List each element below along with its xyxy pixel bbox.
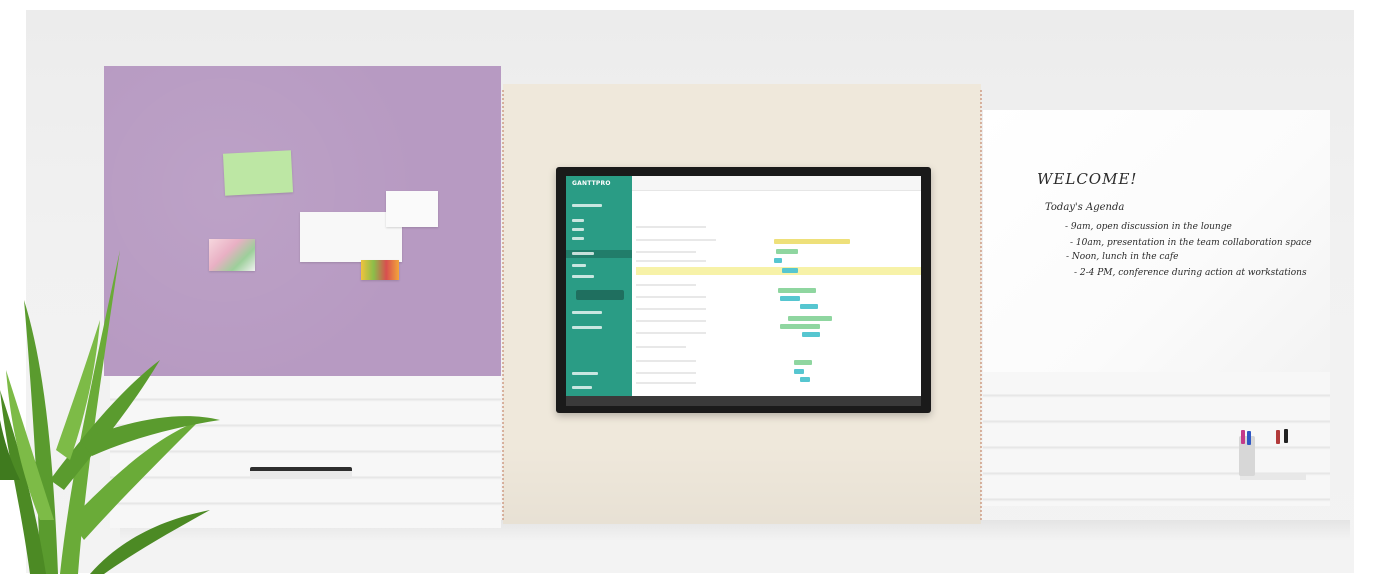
panel-seam-right — [980, 90, 982, 520]
app-topbar — [632, 176, 921, 191]
plant-icon — [0, 250, 220, 574]
gantt-bar — [780, 324, 820, 329]
whiteboard-subtitle: Today's Agenda — [1045, 202, 1125, 213]
whiteboard-line: - 10am, presentation in the team collabo… — [1070, 238, 1312, 248]
task-row — [636, 360, 696, 362]
task-row — [636, 296, 706, 298]
whiteboard-line: - Noon, lunch in the cafe — [1066, 252, 1179, 262]
gantt-bar — [774, 258, 782, 263]
paper-note-small — [386, 191, 438, 227]
sidebar-item — [572, 326, 602, 329]
task-row — [636, 260, 706, 262]
panel-seam-left — [502, 90, 504, 520]
sidebar-item — [572, 372, 598, 375]
tv-bezel-bottom — [566, 396, 921, 406]
gantt-bar — [780, 296, 800, 301]
sidebar-add-button — [576, 290, 624, 300]
whiteboard-title: WELCOME! — [1037, 170, 1138, 188]
task-row — [636, 239, 716, 241]
task-row — [636, 226, 706, 228]
gantt-bar — [794, 360, 812, 365]
sidebar-item — [572, 311, 602, 314]
sidebar-item — [572, 264, 586, 267]
whiteboard-line: - 9am, open discussion in the lounge — [1065, 222, 1232, 232]
sticky-note-green — [222, 150, 294, 196]
task-row — [636, 372, 696, 374]
gantt-bar — [800, 377, 810, 382]
sidebar-item — [572, 252, 594, 255]
task-row — [636, 320, 706, 322]
sidebar-item — [572, 219, 584, 222]
tablet-shelf — [250, 467, 352, 479]
photo-card-fruit — [361, 260, 399, 280]
sidebar-item — [572, 275, 594, 278]
marker-icon — [1247, 431, 1251, 445]
app-sidebar: GANTTPRO — [566, 176, 632, 396]
task-row — [636, 382, 696, 384]
marker-icon — [1284, 429, 1288, 443]
gantt-bar — [788, 316, 832, 321]
task-row — [636, 332, 706, 334]
sidebar-item — [572, 228, 584, 231]
gantt-bar — [774, 239, 850, 244]
sidebar-item — [572, 204, 602, 207]
marker-icon — [1241, 430, 1245, 444]
gantt-bar — [794, 369, 804, 374]
marker-icon — [1276, 430, 1280, 444]
sidebar-item — [572, 237, 584, 240]
gantt-bar — [782, 268, 798, 273]
task-row — [636, 284, 696, 286]
sidebar-item — [572, 386, 592, 389]
app-logo: GANTTPRO — [572, 180, 611, 187]
gantt-bar — [778, 288, 816, 293]
task-row — [636, 346, 686, 348]
whiteboard-line: - 2-4 PM, conference during action at wo… — [1074, 268, 1307, 278]
tv-screen: GANTTPRO — [566, 176, 921, 396]
task-row-highlight — [636, 267, 921, 275]
gantt-bar — [800, 304, 818, 309]
office-wall-scene: GANTTPRO WELCOME! Today's Agenda - 9am, … — [0, 0, 1376, 574]
task-row — [636, 251, 696, 253]
gantt-bar — [802, 332, 820, 337]
task-row — [636, 308, 706, 310]
gantt-bar — [776, 249, 798, 254]
